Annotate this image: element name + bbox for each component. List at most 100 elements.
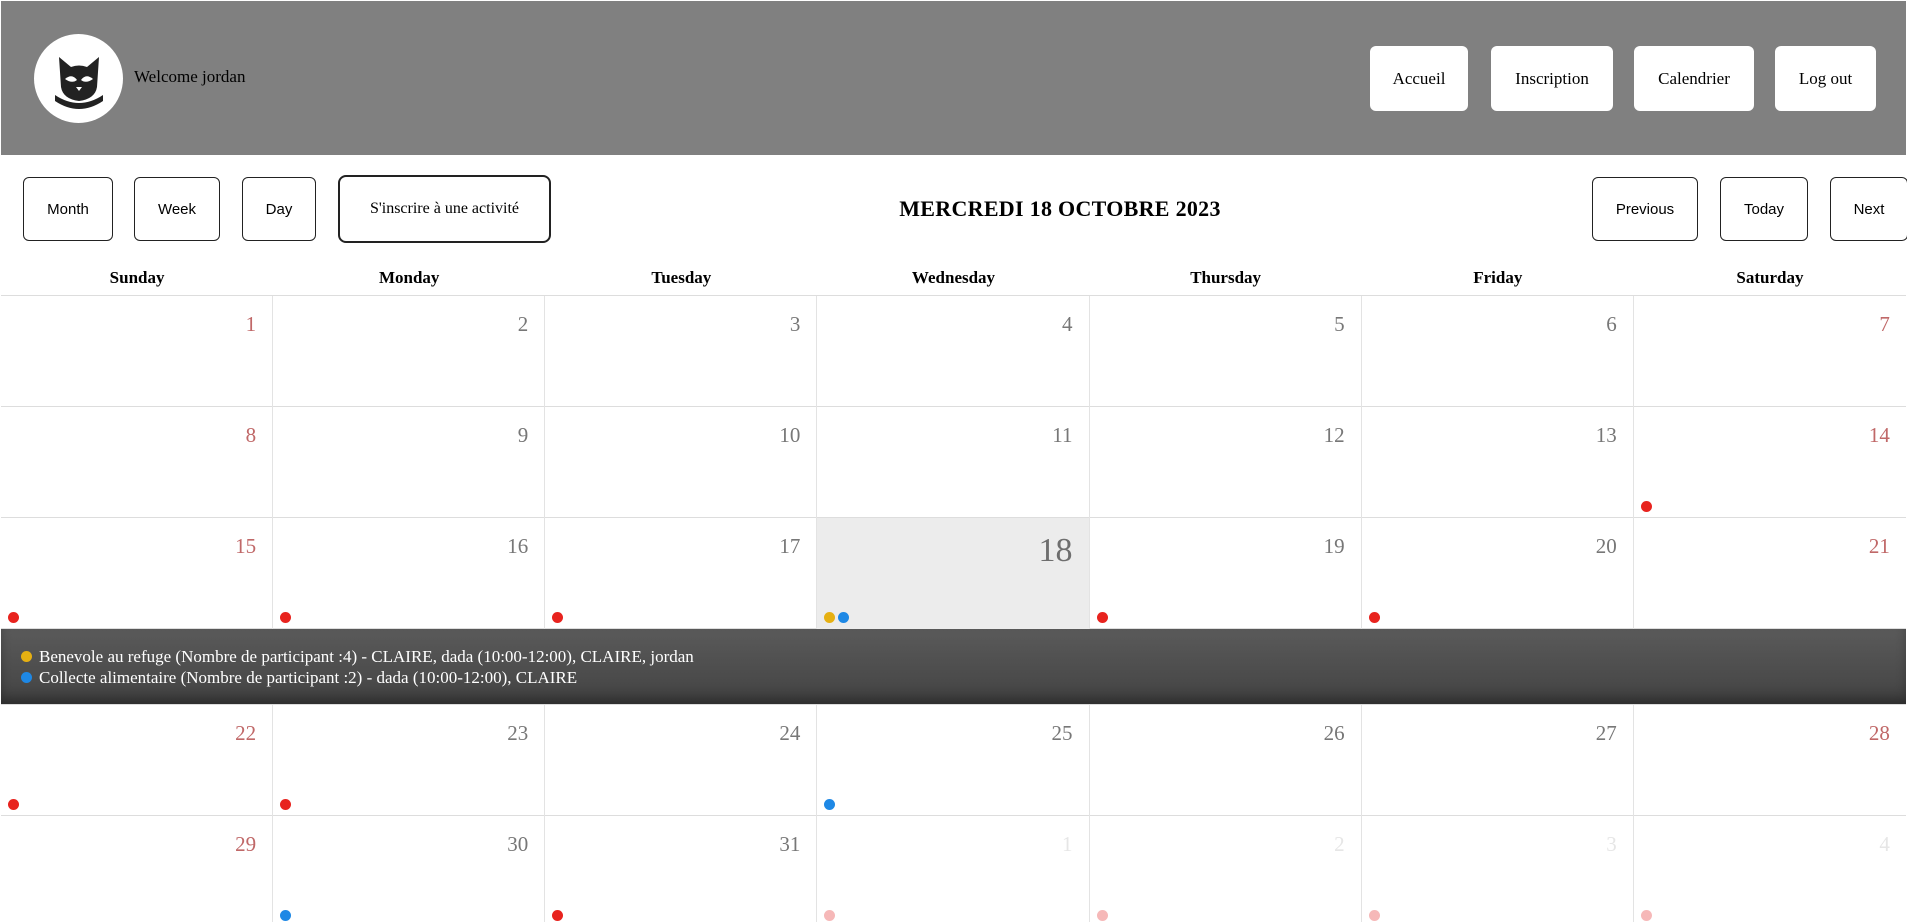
day-cell[interactable]: 4 (1634, 816, 1906, 922)
event-dots (1096, 612, 1108, 623)
day-cell[interactable]: 29 (1, 816, 274, 922)
day-cell[interactable]: 13 (1362, 407, 1634, 518)
day-number: 24 (779, 721, 801, 745)
day-number: 4 (1879, 832, 1890, 856)
event-dot-icon[interactable] (838, 612, 850, 623)
day-cell[interactable]: 1 (817, 816, 1090, 922)
day-cell[interactable]: 12 (1090, 407, 1362, 518)
day-number: 31 (779, 832, 801, 856)
event-dot-icon[interactable] (280, 612, 292, 623)
day-cell[interactable]: 17 (545, 518, 818, 629)
nav-calendrier-button[interactable]: Calendrier (1634, 46, 1754, 111)
event-entry[interactable]: Benevole au refuge (Nombre de participan… (21, 646, 1886, 667)
event-dot-icon[interactable] (552, 910, 564, 921)
event-dot-icon[interactable] (552, 612, 564, 623)
event-dot-icon[interactable] (824, 799, 836, 810)
day-cell[interactable]: 10 (545, 407, 818, 518)
event-dot-icon[interactable] (1640, 910, 1652, 921)
day-number: 7 (1879, 312, 1890, 336)
day-cell[interactable]: 14 (1634, 407, 1906, 518)
day-cell[interactable]: 2 (1090, 816, 1362, 922)
day-cell[interactable]: 21 (1634, 518, 1906, 629)
event-dot-icon[interactable] (824, 910, 836, 921)
subscribe-activity-button[interactable]: S'inscrire à une activité (338, 175, 551, 243)
day-cell[interactable]: 15 (1, 518, 274, 629)
event-dot-icon[interactable] (1640, 501, 1652, 512)
event-dots (1640, 910, 1652, 921)
day-cell[interactable]: 30 (273, 816, 546, 922)
day-cell[interactable]: 9 (273, 407, 546, 518)
weekday-header: Monday (378, 268, 440, 287)
day-cell[interactable]: 3 (1362, 816, 1634, 922)
nav-accueil-button[interactable]: Accueil (1370, 46, 1468, 111)
day-view-button[interactable]: Day (242, 177, 316, 241)
day-number: 8 (245, 423, 257, 447)
event-dots (824, 612, 850, 623)
event-dot-icon[interactable] (824, 612, 836, 623)
event-dot-icon[interactable] (8, 799, 19, 810)
day-cell[interactable]: 19 (1090, 518, 1362, 629)
event-ease-logo (34, 34, 123, 123)
day-cell[interactable]: 1 (1, 296, 274, 407)
day-cell[interactable]: 5 (1090, 296, 1362, 407)
day-number: 27 (1595, 721, 1617, 745)
logout-button[interactable]: Log out (1775, 46, 1876, 111)
day-number: 15 (235, 534, 257, 558)
week-row: 8 9 10 11 12 13 14 (1, 407, 1906, 518)
day-number: 12 (1323, 423, 1345, 447)
today-button[interactable]: Today (1720, 177, 1808, 241)
event-dot-icon[interactable] (1096, 910, 1108, 921)
event-dot-icon[interactable] (1368, 910, 1380, 921)
day-cell[interactable]: 26 (1090, 705, 1362, 816)
day-cell[interactable]: 4 (817, 296, 1090, 407)
day-cell[interactable]: 8 (1, 407, 274, 518)
day-cell[interactable]: 7 (1634, 296, 1906, 407)
day-number: 16 (507, 534, 529, 558)
previous-button[interactable]: Previous (1592, 177, 1698, 241)
day-cell[interactable]: 27 (1362, 705, 1634, 816)
event-dots (1368, 612, 1380, 623)
day-number: 4 (1062, 312, 1073, 336)
day-cell[interactable]: 11 (817, 407, 1090, 518)
day-cell[interactable]: 25 (817, 705, 1090, 816)
month-view-button[interactable]: Month (23, 177, 113, 241)
day-cell[interactable]: 24 (545, 705, 818, 816)
day-cell[interactable]: 2 (273, 296, 546, 407)
top-header: Welcome jordan Accueil Inscription Calen… (1, 1, 1906, 155)
nav-inscription-button[interactable]: Inscription (1491, 46, 1613, 111)
event-dots (1096, 910, 1108, 921)
event-text: Collecte alimentaire (Nombre de particip… (39, 668, 578, 687)
event-dots (824, 799, 836, 810)
event-entry[interactable]: Collecte alimentaire (Nombre de particip… (21, 667, 1886, 688)
day-cell[interactable]: 22 (1, 705, 274, 816)
day-number: 3 (1606, 832, 1617, 856)
week-row: 29 30 31 1 2 3 4 (1, 816, 1906, 922)
day-cell[interactable]: 28 (1634, 705, 1906, 816)
day-cell[interactable]: 23 (273, 705, 546, 816)
day-number: 1 (1062, 832, 1073, 856)
weekday-header: Tuesday (651, 268, 712, 287)
event-dot-icon (21, 672, 32, 683)
event-dots (824, 910, 836, 921)
event-dot-icon[interactable] (1096, 612, 1108, 623)
day-number: 2 (1334, 832, 1345, 856)
day-cell[interactable]: 31 (545, 816, 818, 922)
event-dots (8, 799, 19, 810)
event-dot-icon[interactable] (8, 612, 19, 623)
event-dot-icon[interactable] (280, 799, 292, 810)
day-events-panel: Benevole au refuge (Nombre de participan… (1, 629, 1906, 705)
day-cell[interactable]: 6 (1362, 296, 1634, 407)
next-button[interactable]: Next (1830, 177, 1907, 241)
day-number: 6 (1606, 312, 1617, 336)
week-view-button[interactable]: Week (134, 177, 220, 241)
month-grid: 1 2 3 4 5 6 7 8 9 10 11 12 13 14 15 16 17 18 19 20 21 Benevol… (1, 295, 1906, 922)
day-cell-selected[interactable]: 18 (817, 518, 1090, 629)
day-cell[interactable]: 16 (273, 518, 546, 629)
day-cell[interactable]: 3 (545, 296, 818, 407)
event-dots (280, 612, 292, 623)
day-cell[interactable]: 20 (1362, 518, 1634, 629)
event-dot-icon[interactable] (280, 910, 292, 921)
welcome-text: Welcome jordan (134, 67, 246, 86)
day-number: 14 (1868, 423, 1890, 447)
event-dot-icon[interactable] (1368, 612, 1380, 623)
